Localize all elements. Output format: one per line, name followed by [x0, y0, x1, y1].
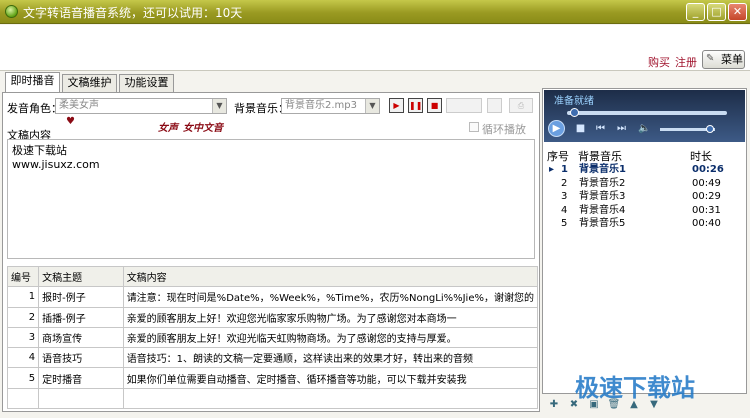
header-area [0, 25, 750, 71]
row-content: 语音技巧：1、朗读的文稿一定要通顺，这样读出来的效果才好，转出来的音频 [122, 347, 539, 369]
row-num: 2 [6, 306, 40, 328]
content-line: 极速下载站 [12, 144, 67, 157]
track-num: 4 [561, 205, 568, 216]
menu-button[interactable]: ✎ 菜单 [702, 50, 745, 69]
loop-label: 循环播放 [482, 123, 526, 136]
window-title: 文字转语音播音系统，还可以试用：10天 [23, 6, 243, 20]
chevron-down-icon: ▼ [365, 99, 379, 113]
row-num: 1 [6, 286, 40, 308]
track-name: 背景音乐5 [579, 218, 626, 229]
seek-handle[interactable] [570, 108, 579, 117]
voice-stamp: 女声 [158, 123, 178, 134]
row-content: 如果你们单位需要自动播音、定时播音、循环播音等功能，可以下载并安装我 [122, 367, 539, 389]
playlist-col-duration: 时长 [690, 150, 712, 163]
play-music-button[interactable]: ▶ [389, 98, 404, 113]
bgmusic-select[interactable]: 背景音乐2.mp3 ▼ [281, 98, 380, 114]
playlist-row[interactable]: 3 背景音乐3 00:29 [549, 190, 739, 203]
register-link[interactable]: 注册 [675, 54, 697, 70]
table-row[interactable]: 3 商场宣传 亲爱的顾客朋友上好！欢迎光临天虹购物商场。为了感谢您的支持与厚爱。 [6, 326, 539, 349]
tool-button[interactable] [487, 98, 502, 113]
voice-label: 发音角色： [7, 102, 62, 115]
track-duration: 00:49 [692, 178, 721, 189]
previous-icon[interactable]: ⏮ [593, 121, 608, 136]
volume-handle[interactable] [706, 125, 714, 133]
player-status: 准备就绪 [554, 96, 594, 107]
menu-label: 菜单 [721, 53, 743, 66]
seek-bar[interactable] [567, 111, 727, 115]
buy-link[interactable]: 购买 [648, 54, 670, 70]
track-num: 2 [561, 178, 568, 189]
current-track-icon: ▸ [549, 164, 555, 175]
playlist-row[interactable]: 2 背景音乐2 00:49 [549, 177, 739, 190]
content-line: www.jisuxz.com [12, 158, 100, 171]
watermark-logo: 极速下载站 [575, 374, 695, 402]
close-button[interactable]: ✕ [728, 3, 747, 21]
app-logo-icon [5, 5, 18, 18]
chevron-down-icon: ▼ [212, 99, 226, 113]
playlist-row[interactable]: ▸ 1 背景音乐1 00:26 [549, 163, 739, 176]
playlist-col-name: 背景音乐 [578, 150, 622, 163]
track-name: 背景音乐3 [579, 191, 626, 202]
loop-checkbox[interactable] [469, 122, 479, 132]
row-topic: 商场宣传 [38, 326, 124, 349]
track-duration: 00:26 [692, 164, 724, 175]
maximize-button[interactable]: □ [707, 3, 726, 21]
content-textarea[interactable]: 极速下载站 www.jisuxz.com [7, 139, 535, 259]
track-name: 背景音乐1 [579, 164, 626, 175]
track-num: 5 [561, 218, 568, 229]
stop-music-button[interactable]: ■ [427, 98, 442, 113]
table-row[interactable]: 4 语音技巧 语音技巧：1、朗读的文稿一定要通顺，这样读出来的效果才好，转出来的… [6, 347, 539, 369]
logo-stamp: ♥ [66, 116, 75, 127]
row-content: 请注意：现在时间是%Date%，%Week%，%Time%，农历%NongLi%… [122, 286, 539, 308]
row-content: 亲爱的顾客朋友上好！欢迎您光临家家乐购物广场。为了感谢您对本商场一 [122, 306, 539, 328]
col-header-content[interactable]: 文稿内容 [122, 265, 539, 288]
row-num: 4 [6, 347, 40, 369]
volume-icon[interactable]: 🔈 [637, 121, 652, 136]
col-header-num[interactable]: 编号 [6, 265, 40, 288]
track-name: 背景音乐4 [579, 205, 626, 216]
row-topic: 插播-例子 [38, 306, 124, 328]
track-duration: 00:40 [692, 218, 721, 229]
row-topic: 语音技巧 [38, 347, 124, 369]
tab-instant-broadcast[interactable]: 即时播音 [5, 72, 60, 93]
tab-script-maintenance[interactable]: 文稿维护 [62, 74, 117, 92]
next-icon[interactable]: ⏭ [614, 121, 629, 136]
row-topic: 定时播音 [38, 367, 124, 389]
play-icon[interactable]: ▶ [548, 120, 565, 137]
script-table: 编号 文稿主题 文稿内容 1 报时-例子 请注意：现在时间是%Date%，%We… [6, 265, 539, 410]
minimize-button[interactable]: _ [686, 3, 705, 21]
voice-value: 柔美女声 [59, 100, 99, 111]
add-icon[interactable]: ✚ [547, 398, 561, 412]
track-num: 3 [561, 191, 568, 202]
row-num: 5 [6, 367, 40, 389]
row-content: 亲爱的顾客朋友上好！欢迎光临天虹购物商场。为了感谢您的支持与厚爱。 [122, 326, 539, 349]
playlist-row[interactable]: 4 背景音乐4 00:31 [549, 204, 739, 217]
playlist-col-num: 序号 [547, 150, 569, 163]
menu-icon: ✎ [706, 53, 715, 64]
track-num: 1 [561, 164, 568, 175]
voice-select[interactable]: 柔美女声 ▼ [55, 98, 227, 114]
tool-button[interactable] [446, 98, 482, 113]
playlist-row[interactable]: 5 背景音乐5 00:40 [549, 217, 739, 230]
print-icon[interactable]: ⎙ [509, 98, 533, 113]
voice-stamp-2: 女中文音 [183, 123, 223, 134]
row-topic: 报时-例子 [38, 286, 124, 308]
track-name: 背景音乐2 [579, 178, 626, 189]
pause-music-button[interactable]: ❚❚ [408, 98, 423, 113]
tab-settings[interactable]: 功能设置 [119, 74, 174, 92]
bgmusic-value: 背景音乐2.mp3 [285, 100, 357, 111]
track-duration: 00:29 [692, 191, 721, 202]
row-num: 3 [6, 326, 40, 349]
table-row[interactable]: 1 报时-例子 请注意：现在时间是%Date%，%Week%，%Time%，农历… [6, 286, 539, 308]
track-duration: 00:31 [692, 205, 721, 216]
table-row-empty [6, 387, 539, 410]
col-header-topic[interactable]: 文稿主题 [38, 265, 124, 288]
table-row[interactable]: 5 定时播音 如果你们单位需要自动播音、定时播音、循环播音等功能，可以下载并安装… [6, 367, 539, 389]
stop-icon[interactable]: ■ [573, 121, 588, 136]
table-row[interactable]: 2 插播-例子 亲爱的顾客朋友上好！欢迎您光临家家乐购物广场。为了感谢您对本商场… [6, 306, 539, 328]
table-header-row: 编号 文稿主题 文稿内容 [6, 265, 539, 288]
